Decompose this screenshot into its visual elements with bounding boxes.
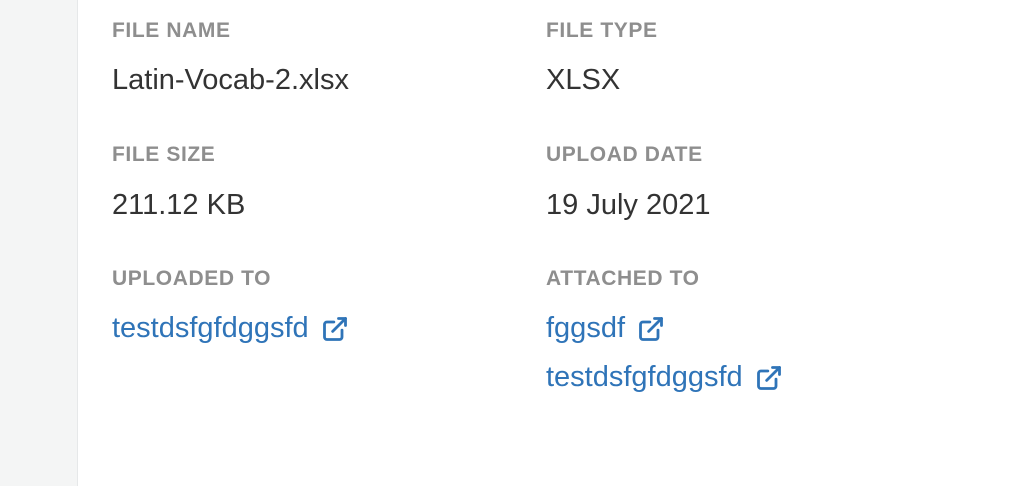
external-link-icon[interactable]: [637, 315, 665, 343]
file-name-value: Latin-Vocab-2.xlsx: [112, 64, 349, 96]
left-sidebar-strip: [0, 0, 78, 486]
attached-to-link-2[interactable]: testdsfgfdggsfd: [546, 361, 783, 394]
uploaded-to-link-text[interactable]: testdsfgfdggsfd: [112, 312, 309, 345]
attached-to-link-1[interactable]: fggsdf: [546, 312, 665, 345]
uploaded-to-label: UPLOADED TO: [112, 267, 272, 290]
attached-to-link-text[interactable]: testdsfgfdggsfd: [546, 361, 743, 394]
attached-to-link-text[interactable]: fggsdf: [546, 312, 625, 345]
upload-date-label: UPLOAD DATE: [546, 143, 703, 166]
uploaded-to-link[interactable]: testdsfgfdggsfd: [112, 312, 349, 345]
upload-date-value: 19 July 2021: [546, 189, 711, 221]
external-link-icon[interactable]: [321, 315, 349, 343]
file-name-label: FILE NAME: [112, 19, 231, 42]
file-type-label: FILE TYPE: [546, 19, 658, 42]
file-size-value: 211.12 KB: [112, 189, 246, 221]
file-type-value: XLSX: [546, 64, 621, 96]
file-size-label: FILE SIZE: [112, 143, 216, 166]
external-link-icon[interactable]: [755, 364, 783, 392]
attached-to-label: ATTACHED TO: [546, 267, 700, 290]
